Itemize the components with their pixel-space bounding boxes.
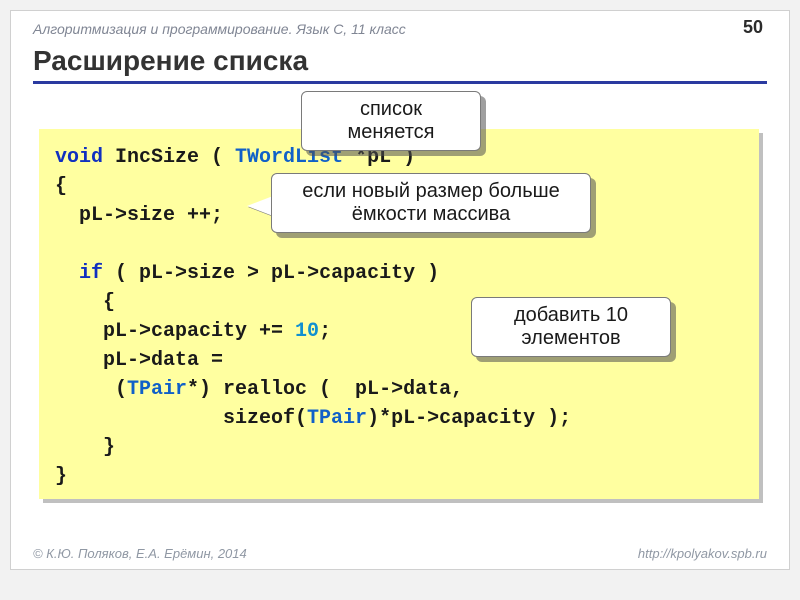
keyword-void: void [55, 146, 103, 169]
type-tpair: TPair [127, 378, 187, 401]
footer: © К.Ю. Поляков, Е.А. Ерёмин, 2014 http:/… [33, 546, 767, 561]
code-text [55, 262, 79, 285]
slide: Алгоритмизация и программирование. Язык … [10, 10, 790, 570]
code-text: } [55, 465, 67, 488]
code-text: pL->data = [55, 349, 223, 372]
callout-tail-icon [247, 196, 273, 216]
code-text: ( pL->size > pL->capacity ) [103, 262, 439, 285]
code-text: { [55, 291, 115, 314]
footer-url: http://kpolyakov.spb.ru [638, 546, 767, 561]
literal-10: 10 [295, 320, 319, 343]
course-header: Алгоритмизация и программирование. Язык … [33, 21, 767, 37]
code-text: pL->capacity += [55, 320, 295, 343]
slide-title: Расширение списка [33, 45, 767, 84]
keyword-if: if [79, 262, 103, 285]
code-text: ; [319, 320, 331, 343]
footer-copyright: © К.Ю. Поляков, Е.А. Ерёмин, 2014 [33, 546, 247, 561]
page-number: 50 [743, 17, 763, 38]
code-text: *) realloc ( pL->data, [187, 378, 463, 401]
callout-list-changes: списокменяется [301, 91, 481, 151]
callout-if-condition: если новый размер большеёмкости массива [271, 173, 591, 233]
type-tpair: TPair [307, 407, 367, 430]
code-text: { [55, 175, 67, 198]
code-text: )*pL->capacity ); [367, 407, 571, 430]
code-text: } [55, 436, 115, 459]
code-text: pL->size ++; [55, 204, 223, 227]
callout-add-elements: добавить 10элементов [471, 297, 671, 357]
code-text: ( [55, 378, 127, 401]
code-text: IncSize ( [103, 146, 235, 169]
code-text: sizeof( [55, 407, 307, 430]
